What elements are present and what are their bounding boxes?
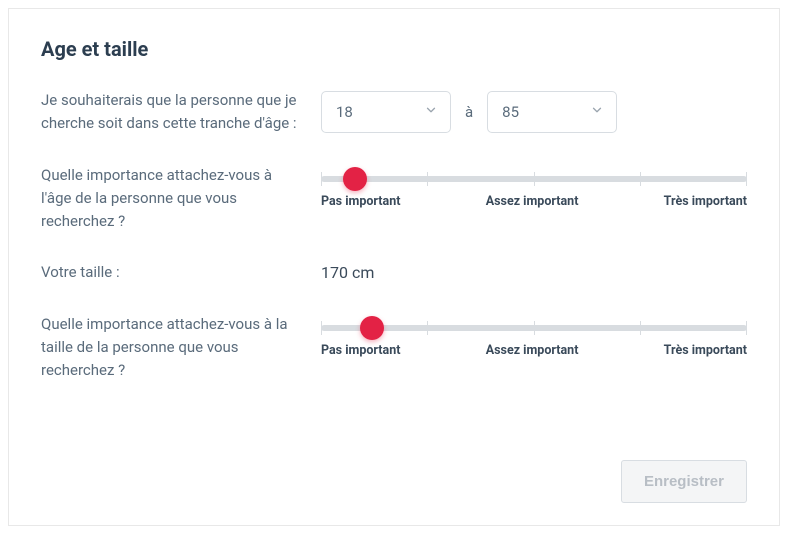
- scale-mid: Assez important: [486, 343, 579, 358]
- slider-handle[interactable]: [343, 167, 367, 191]
- scale-low: Pas important: [321, 343, 400, 358]
- height-value: 170 cm: [321, 263, 747, 282]
- slider-ticks: [321, 172, 747, 186]
- age-min-select[interactable]: 18: [321, 91, 451, 133]
- footer: Enregistrer: [621, 460, 747, 503]
- age-max-value: 85: [502, 103, 519, 121]
- age-range-separator: à: [465, 103, 473, 121]
- age-importance-slider[interactable]: Pas important Assez important Très impor…: [321, 176, 747, 209]
- height-importance-label: Quelle importance attachez-vous à la tai…: [41, 313, 321, 383]
- height-row: Votre taille : 170 cm: [41, 261, 747, 284]
- height-label: Votre taille :: [41, 261, 321, 284]
- page-title: Age et taille: [41, 37, 747, 61]
- chevron-down-icon: [590, 103, 604, 121]
- age-importance-row: Quelle importance attachez-vous à l'âge …: [41, 164, 747, 234]
- slider-ticks: [321, 321, 747, 335]
- age-height-card: Age et taille Je souhaiterais que la per…: [8, 8, 780, 526]
- age-range-label: Je souhaiterais que la personne que je c…: [41, 89, 321, 136]
- age-max-select[interactable]: 85: [487, 91, 617, 133]
- height-importance-row: Quelle importance attachez-vous à la tai…: [41, 313, 747, 383]
- age-range-row: Je souhaiterais que la personne que je c…: [41, 89, 747, 136]
- slider-track: [321, 325, 747, 331]
- age-min-value: 18: [336, 103, 353, 121]
- age-importance-label: Quelle importance attachez-vous à l'âge …: [41, 164, 321, 234]
- scale-high: Très important: [664, 343, 747, 358]
- slider-handle[interactable]: [360, 316, 384, 340]
- slider-track: [321, 176, 747, 182]
- slider-labels: Pas important Assez important Très impor…: [321, 194, 747, 209]
- height-importance-slider[interactable]: Pas important Assez important Très impor…: [321, 325, 747, 358]
- chevron-down-icon: [424, 103, 438, 121]
- scale-low: Pas important: [321, 194, 400, 209]
- scale-mid: Assez important: [486, 194, 579, 209]
- save-button[interactable]: Enregistrer: [621, 460, 747, 503]
- scale-high: Très important: [664, 194, 747, 209]
- slider-labels: Pas important Assez important Très impor…: [321, 343, 747, 358]
- age-range-controls: 18 à 85: [321, 91, 747, 133]
